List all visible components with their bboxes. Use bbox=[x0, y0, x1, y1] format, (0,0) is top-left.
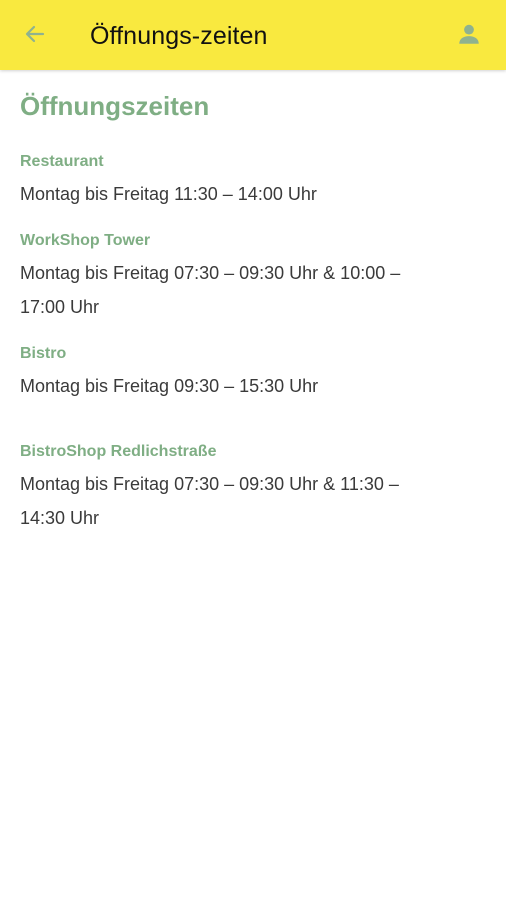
section-hours: Montag bis Freitag 11:30 – 14:00 Uhr bbox=[20, 184, 317, 204]
user-icon bbox=[456, 21, 482, 52]
user-profile-button[interactable] bbox=[452, 19, 486, 53]
section-hours: Montag bis Freitag 07:30 – 09:30 Uhr & 1… bbox=[20, 474, 399, 528]
back-button[interactable] bbox=[18, 19, 52, 53]
app-bar-title: Öffnungs-zeiten bbox=[90, 22, 268, 50]
section-hours: Montag bis Freitag 09:30 – 15:30 Uhr bbox=[20, 376, 319, 396]
section-hours: Montag bis Freitag 07:30 – 09:30 Uhr & 1… bbox=[20, 263, 401, 317]
section-restaurant: Restaurant Montag bis Freitag 11:30 – 14… bbox=[20, 152, 486, 211]
section-title: Bistro bbox=[20, 345, 67, 362]
section-bistroshop-redlichstrasse: BistroShop Redlichstraße Montag bis Frei… bbox=[20, 442, 486, 535]
section-workshop-tower: WorkShop Tower Montag bis Freitag 07:30 … bbox=[20, 231, 486, 324]
section-title: WorkShop Tower bbox=[20, 232, 151, 249]
page-title: Öffnungszeiten bbox=[20, 91, 210, 121]
opening-hours-content: Öffnungszeiten Restaurant Montag bis Fre… bbox=[20, 88, 486, 535]
arrow-left-icon bbox=[23, 22, 47, 51]
section-title: Restaurant bbox=[20, 153, 104, 170]
app-bar: Öffnungs-zeiten bbox=[0, 0, 506, 70]
section-bistro: Bistro Montag bis Freitag 09:30 – 15:30 … bbox=[20, 344, 486, 403]
section-title: BistroShop Redlichstraße bbox=[20, 443, 217, 460]
